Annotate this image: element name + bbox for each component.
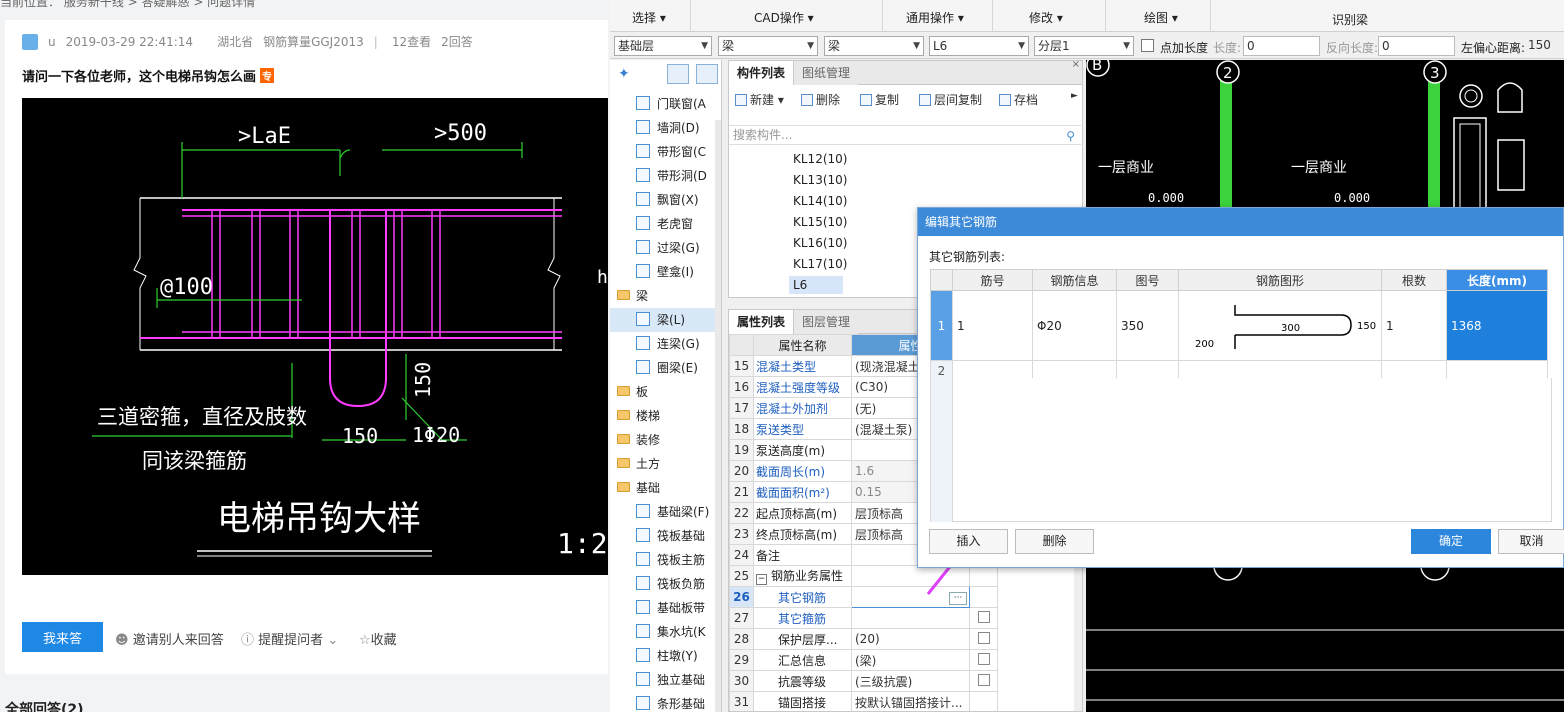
- avatar[interactable]: [22, 33, 38, 50]
- user-icon: ☻: [115, 633, 129, 648]
- dim-150-horizontal: 150: [342, 424, 378, 448]
- row-index[interactable]: 1: [930, 290, 953, 361]
- software-name: 钢筋算量GGJ2013: [263, 35, 364, 49]
- edit-other-rebar-dialog: 编辑其它钢筋 其它钢筋列表: 筋号 钢筋信息 图号 钢筋图形 根数 长度(mm)…: [917, 207, 1564, 568]
- insert-button[interactable]: 插入: [929, 529, 1008, 554]
- col-length: 长度(mm): [1446, 269, 1548, 291]
- note-line-1: 三道密箍，直径及肢数: [97, 405, 307, 429]
- remind-action[interactable]: ⓘ 提醒提问者 ⌄: [241, 629, 338, 648]
- delete-row-button[interactable]: 删除: [1015, 529, 1094, 554]
- col-count: 根数: [1381, 269, 1447, 291]
- info-icon: ⓘ: [241, 633, 255, 648]
- elevator-hook-drawing: >LaE >500 @100 150 150 1Φ20 三道密箍，直径及肢数 同…: [92, 121, 608, 560]
- row-index-column: [931, 378, 953, 522]
- invite-action[interactable]: ☻ 邀请别人来回答: [115, 629, 224, 648]
- question-card: u 2019-03-29 22:41:14 湖北省 钢筋算量GGJ2013 | …: [5, 20, 608, 674]
- invite-label: 邀请别人来回答: [132, 633, 224, 648]
- question-meta: u 2019-03-29 22:41:14 湖北省 钢筋算量GGJ2013 | …: [22, 33, 483, 50]
- dim-lae-label: >LaE: [238, 124, 291, 149]
- dialog-title[interactable]: 编辑其它钢筋: [918, 208, 1563, 236]
- shape-dim-right: 150: [1357, 321, 1376, 332]
- dim-150-vertical: 150: [411, 362, 435, 398]
- cancel-button[interactable]: 取消: [1498, 529, 1564, 554]
- view-count: 12查看: [391, 35, 432, 49]
- figure-no-cell[interactable]: 350: [1116, 290, 1179, 361]
- drawing-caption: 电梯吊钩大样: [217, 499, 421, 539]
- cut-letter: h: [597, 267, 608, 288]
- breadcrumb: 当前位置： 服务新干线 > 答疑解惑 > 问题详情: [0, 0, 256, 9]
- chevron-down-icon: ⌄: [327, 633, 339, 648]
- shape-dim-left: 200: [1195, 339, 1214, 350]
- bar-shape-cell[interactable]: 300 150 200: [1178, 290, 1382, 361]
- col-bar-shape: 钢筋图形: [1178, 269, 1382, 291]
- cad-detail-image: >LaE >500 @100 150 150 1Φ20 三道密箍，直径及肢数 同…: [22, 98, 608, 575]
- hook-shape-icon: 300 150 200: [1195, 305, 1376, 350]
- dim-500-label: >500: [434, 121, 487, 146]
- rebar-table: 筋号 钢筋信息 图号 钢筋图形 根数 长度(mm) 1 1 Φ20 350 30…: [930, 269, 1548, 382]
- expert-tag: 专: [260, 68, 275, 83]
- remind-label: 提醒提问者: [258, 633, 324, 648]
- ok-button[interactable]: 确定: [1411, 529, 1491, 554]
- rebar-table-empty-area[interactable]: [930, 378, 1552, 522]
- bar-spec-label: 1Φ20: [412, 423, 460, 447]
- bar-info-cell[interactable]: Φ20: [1032, 290, 1117, 361]
- col-bar-no: 筋号: [952, 269, 1033, 291]
- table-row[interactable]: 1 1 Φ20 350 300 150 200 1 1368: [930, 290, 1548, 361]
- star-icon: ☆: [359, 633, 371, 648]
- meta-divider: |: [373, 34, 378, 49]
- question-title: 请问一下各位老师，这个电梯吊钩怎么画专: [22, 66, 275, 85]
- rebar-list-label: 其它钢筋列表:: [929, 250, 1006, 264]
- count-cell[interactable]: 1: [1381, 290, 1447, 361]
- username[interactable]: u: [48, 35, 56, 49]
- post-datetime: 2019-03-29 22:41:14: [65, 34, 194, 49]
- length-cell[interactable]: 1368: [1446, 290, 1548, 361]
- col-row-index: [930, 269, 953, 291]
- col-figure-no: 图号: [1116, 269, 1179, 291]
- answer-count: 2回答: [441, 35, 473, 49]
- all-answers-heading: 全部回答(2): [5, 702, 84, 712]
- region: 湖北省: [217, 35, 254, 49]
- favorite-action[interactable]: ☆收藏: [359, 629, 397, 648]
- drawing-scale: 1:20: [557, 527, 608, 560]
- bar-no-cell[interactable]: 1: [952, 290, 1033, 361]
- spacing-label: @100: [160, 275, 213, 300]
- answer-button[interactable]: 我来答: [22, 622, 103, 652]
- question-title-text: 请问一下各位老师，这个电梯吊钩怎么画: [22, 70, 257, 85]
- forum-panel: 当前位置： 服务新干线 > 答疑解惑 > 问题详情 u 2019-03-29 2…: [0, 0, 610, 712]
- note-line-2: 同该梁箍筋: [142, 449, 247, 473]
- favorite-label: 收藏: [370, 633, 397, 648]
- shape-dim-top: 300: [1281, 323, 1300, 334]
- col-bar-info: 钢筋信息: [1032, 269, 1117, 291]
